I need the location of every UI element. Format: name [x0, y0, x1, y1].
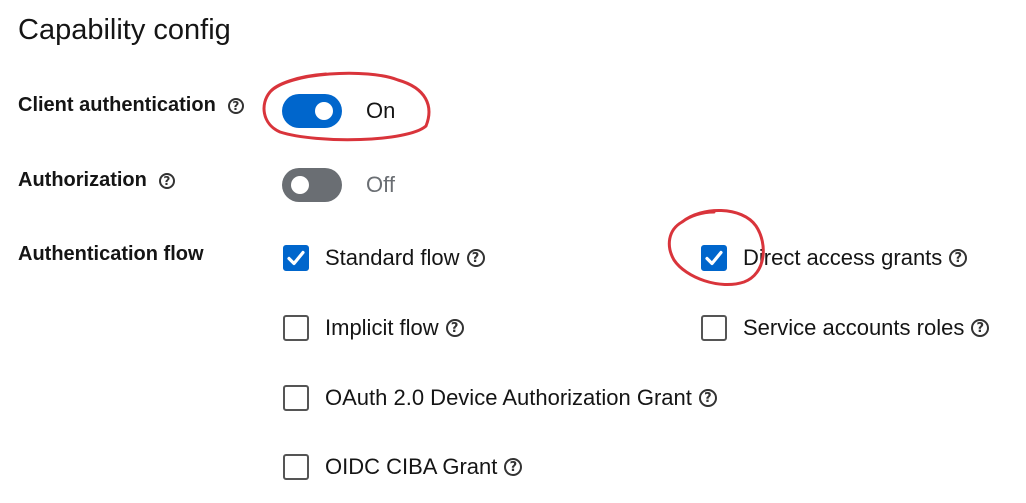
- standard-flow-checkbox-row: Standard flow ?: [283, 245, 485, 271]
- ciba-grant-checkbox-row: OIDC CIBA Grant ?: [283, 454, 523, 480]
- checkmark-icon: [287, 250, 305, 266]
- device-grant-label: OAuth 2.0 Device Authorization Grant: [325, 385, 692, 410]
- device-grant-checkbox[interactable]: [283, 385, 309, 411]
- help-icon[interactable]: ?: [158, 172, 175, 189]
- client-auth-toggle[interactable]: [282, 94, 342, 128]
- service-accounts-checkbox-row: Service accounts roles ?: [701, 315, 990, 341]
- client-auth-label-row: Client authentication ?: [18, 94, 244, 117]
- authorization-label: Authorization: [18, 169, 147, 191]
- help-icon[interactable]: ?: [445, 319, 464, 337]
- client-auth-state: On: [366, 98, 396, 123]
- client-auth-label: Client authentication: [18, 94, 216, 116]
- standard-flow-label: Standard flow: [325, 245, 460, 270]
- ciba-grant-label: OIDC CIBA Grant: [325, 454, 498, 479]
- help-icon[interactable]: ?: [466, 249, 485, 267]
- authorization-state: Off: [366, 172, 395, 197]
- help-icon[interactable]: ?: [227, 97, 244, 114]
- toggle-knob: [315, 102, 333, 120]
- auth-flow-label: Authentication flow: [18, 243, 204, 265]
- standard-flow-checkbox[interactable]: [283, 245, 309, 271]
- authorization-toggle[interactable]: [282, 168, 342, 202]
- direct-access-checkbox-row: Direct access grants ?: [701, 245, 968, 271]
- device-grant-checkbox-row: OAuth 2.0 Device Authorization Grant ?: [283, 385, 717, 411]
- ciba-grant-checkbox[interactable]: [283, 454, 309, 480]
- direct-access-checkbox[interactable]: [701, 245, 727, 271]
- toggle-knob: [291, 176, 309, 194]
- help-icon[interactable]: ?: [504, 458, 523, 476]
- help-icon[interactable]: ?: [698, 389, 717, 407]
- help-icon[interactable]: ?: [949, 249, 968, 267]
- authorization-label-row: Authorization ?: [18, 169, 175, 192]
- section-title: Capability config: [18, 14, 231, 46]
- implicit-flow-checkbox[interactable]: [283, 315, 309, 341]
- implicit-flow-checkbox-row: Implicit flow ?: [283, 315, 464, 341]
- auth-flow-label-row: Authentication flow: [18, 243, 204, 266]
- service-accounts-label: Service accounts roles: [743, 315, 965, 340]
- help-icon[interactable]: ?: [971, 319, 990, 337]
- checkmark-icon: [705, 250, 723, 266]
- service-accounts-checkbox[interactable]: [701, 315, 727, 341]
- implicit-flow-label: Implicit flow: [325, 315, 439, 340]
- direct-access-label: Direct access grants: [743, 245, 943, 270]
